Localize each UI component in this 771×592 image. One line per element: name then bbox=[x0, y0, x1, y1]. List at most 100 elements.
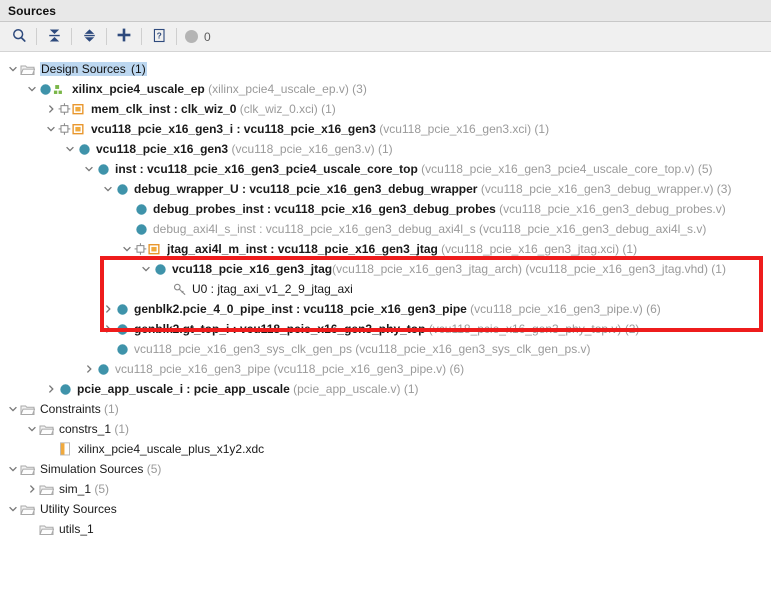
tree-row[interactable]: vcu118_pcie_x16_gen3_pipe (vcu118_pcie_x… bbox=[0, 359, 771, 379]
chevron-right-icon[interactable] bbox=[25, 479, 38, 499]
help-icon: ? bbox=[152, 28, 167, 46]
tree-row[interactable]: debug_wrapper_U : vcu118_pcie_x16_gen3_d… bbox=[0, 179, 771, 199]
chevron-right-icon[interactable] bbox=[44, 379, 57, 399]
tree-row-filename: (vcu118_pcie_x16_gen3.xci) bbox=[375, 122, 532, 136]
tree-row-label: genblk2.gt_top_i : vcu118_pcie_x16_gen3_… bbox=[134, 319, 639, 339]
tree-row-name: Simulation Sources bbox=[40, 462, 144, 476]
chevron-down-icon[interactable] bbox=[101, 179, 114, 199]
chevron-down-icon[interactable] bbox=[6, 59, 19, 79]
module-icon bbox=[114, 323, 130, 336]
module-icon bbox=[76, 143, 92, 156]
tree-row[interactable]: utils_1 bbox=[0, 519, 771, 539]
tree-row-label: vcu118_pcie_x16_gen3_sys_clk_gen_ps (vcu… bbox=[134, 339, 591, 359]
chevron-right-icon[interactable] bbox=[101, 299, 114, 319]
chevron-right-icon[interactable] bbox=[82, 359, 95, 379]
tree-row-filename: (vcu118_pcie_x16_gen3_sys_clk_gen_ps.v) bbox=[351, 342, 591, 356]
tree-row[interactable]: Utility Sources bbox=[0, 499, 771, 519]
tree-row-name: genblk2.gt_top_i : vcu118_pcie_x16_gen3_… bbox=[134, 322, 426, 336]
tree-row-filename: (vcu118_pcie_x16_gen3_pipe.v) bbox=[270, 362, 447, 376]
tree-row-child-count: (1) bbox=[126, 62, 147, 76]
chevron-down-icon[interactable] bbox=[25, 79, 38, 99]
collapse-all-button[interactable] bbox=[39, 24, 69, 50]
ip-core-icon bbox=[133, 242, 163, 256]
tree-row-child-count: (3) bbox=[713, 182, 732, 196]
tree-row[interactable]: xilinx_pcie4_uscale_ep (xilinx_pcie4_usc… bbox=[0, 79, 771, 99]
module-icon bbox=[152, 263, 168, 276]
expand-all-button[interactable] bbox=[74, 24, 104, 50]
tree-row[interactable]: debug_probes_inst : vcu118_pcie_x16_gen3… bbox=[0, 199, 771, 219]
tree-row[interactable]: sim_1 (5) bbox=[0, 479, 771, 499]
tree-twisty-placeholder bbox=[120, 199, 133, 219]
tree-row[interactable]: debug_axi4l_s_inst : vcu118_pcie_x16_gen… bbox=[0, 219, 771, 239]
tree-row-label: jtag_axi4l_m_inst : vcu118_pcie_x16_gen3… bbox=[167, 239, 637, 259]
svg-text:?: ? bbox=[156, 30, 161, 40]
tree-row-label: utils_1 bbox=[59, 519, 94, 539]
chevron-down-icon[interactable] bbox=[6, 399, 19, 419]
tree-row-name: U0 : jtag_axi_v1_2_9_jtag_axi bbox=[192, 282, 353, 296]
tree-row[interactable]: Design Sources (1) bbox=[0, 59, 771, 79]
tree-row-name: vcu118_pcie_x16_gen3_sys_clk_gen_ps bbox=[134, 342, 352, 356]
tree-row-label: Utility Sources bbox=[40, 499, 117, 519]
tree-row-label: inst : vcu118_pcie_x16_gen3_pcie4_uscale… bbox=[115, 159, 712, 179]
chevron-right-icon[interactable] bbox=[101, 319, 114, 339]
tree-row-filename: (vcu118_pcie_x16_gen3_debug_probes.v) bbox=[495, 202, 726, 216]
tree-row-label: Constraints (1) bbox=[40, 399, 119, 419]
tree-twisty-placeholder bbox=[25, 519, 38, 539]
tree-row-child-count: (1) bbox=[100, 402, 119, 416]
tree-row[interactable]: inst : vcu118_pcie_x16_gen3_pcie4_uscale… bbox=[0, 159, 771, 179]
tree-row[interactable]: xilinx_pcie4_uscale_plus_x1y2.xdc bbox=[0, 439, 771, 459]
chevron-right-icon[interactable] bbox=[44, 99, 57, 119]
panel-title-bar: Sources bbox=[0, 0, 771, 22]
help-button[interactable]: ? bbox=[144, 24, 174, 50]
tree-row[interactable]: vcu118_pcie_x16_gen3 (vcu118_pcie_x16_ge… bbox=[0, 139, 771, 159]
tree-row[interactable]: U0 : jtag_axi_v1_2_9_jtag_axi bbox=[0, 279, 771, 299]
tree-row-name: debug_axi4l_s_inst : vcu118_pcie_x16_gen… bbox=[153, 222, 476, 236]
chevron-down-icon[interactable] bbox=[63, 139, 76, 159]
tree-row-label: xilinx_pcie4_uscale_ep (xilinx_pcie4_usc… bbox=[72, 79, 367, 99]
tree-row[interactable]: vcu118_pcie_x16_gen3_sys_clk_gen_ps (vcu… bbox=[0, 339, 771, 359]
tree-row-filename: (xilinx_pcie4_uscale_ep.v) bbox=[204, 82, 349, 96]
tree-twisty-placeholder bbox=[158, 279, 171, 299]
tree-row-label: vcu118_pcie_x16_gen3_i : vcu118_pcie_x16… bbox=[91, 119, 549, 139]
chevron-down-icon[interactable] bbox=[6, 499, 19, 519]
folder-icon bbox=[38, 483, 55, 496]
tree-row-filename: (clk_wiz_0.xci) bbox=[236, 102, 318, 116]
tree-row-label: debug_wrapper_U : vcu118_pcie_x16_gen3_d… bbox=[134, 179, 731, 199]
chevron-down-icon[interactable] bbox=[139, 259, 152, 279]
chevron-down-icon[interactable] bbox=[44, 119, 57, 139]
tree-row-child-count: (2) bbox=[621, 322, 640, 336]
tree-row-filename: (vcu118_pcie_x16_gen3_pipe.v) bbox=[466, 302, 643, 316]
tree-row[interactable]: vcu118_pcie_x16_gen3_jtag(vcu118_pcie_x1… bbox=[0, 259, 771, 279]
tree-row-label: U0 : jtag_axi_v1_2_9_jtag_axi bbox=[192, 279, 353, 299]
tree-row[interactable]: Simulation Sources (5) bbox=[0, 459, 771, 479]
tree-row[interactable]: constrs_1 (1) bbox=[0, 419, 771, 439]
tree-row[interactable]: jtag_axi4l_m_inst : vcu118_pcie_x16_gen3… bbox=[0, 239, 771, 259]
tree-row[interactable]: pcie_app_uscale_i : pcie_app_uscale (pci… bbox=[0, 379, 771, 399]
chevron-down-icon[interactable] bbox=[120, 239, 133, 259]
chevron-down-icon[interactable] bbox=[6, 459, 19, 479]
tree-row[interactable]: genblk2.pcie_4_0_pipe_inst : vcu118_pcie… bbox=[0, 299, 771, 319]
toolbar-separator bbox=[176, 28, 177, 45]
tree-row-name: utils_1 bbox=[59, 522, 94, 536]
folder-icon bbox=[19, 63, 36, 76]
chevron-down-icon[interactable] bbox=[25, 419, 38, 439]
tree-row-name: Utility Sources bbox=[40, 502, 117, 516]
tree-row[interactable]: vcu118_pcie_x16_gen3_i : vcu118_pcie_x16… bbox=[0, 119, 771, 139]
tree-row[interactable]: Constraints (1) bbox=[0, 399, 771, 419]
tree-row-name: mem_clk_inst : clk_wiz_0 bbox=[91, 102, 237, 116]
toolbar-separator bbox=[36, 28, 37, 45]
tree-row-name: inst : vcu118_pcie_x16_gen3_pcie4_uscale… bbox=[115, 162, 418, 176]
add-sources-button[interactable] bbox=[109, 24, 139, 50]
tree-row-name: pcie_app_uscale_i : pcie_app_uscale bbox=[77, 382, 290, 396]
search-button[interactable] bbox=[4, 24, 34, 50]
expand-all-icon bbox=[82, 28, 97, 46]
folder-icon bbox=[38, 523, 55, 536]
module-icon bbox=[114, 183, 130, 196]
tree-row[interactable]: mem_clk_inst : clk_wiz_0 (clk_wiz_0.xci)… bbox=[0, 99, 771, 119]
chevron-down-icon[interactable] bbox=[82, 159, 95, 179]
tree-row[interactable]: genblk2.gt_top_i : vcu118_pcie_x16_gen3_… bbox=[0, 319, 771, 339]
tree-row-name: vcu118_pcie_x16_gen3_pipe bbox=[115, 362, 271, 376]
tree-row-child-count: (1) bbox=[531, 122, 550, 136]
sources-tree[interactable]: Design Sources (1) xilinx_pcie4_uscale_ep… bbox=[0, 53, 771, 592]
module-icon bbox=[114, 303, 130, 316]
